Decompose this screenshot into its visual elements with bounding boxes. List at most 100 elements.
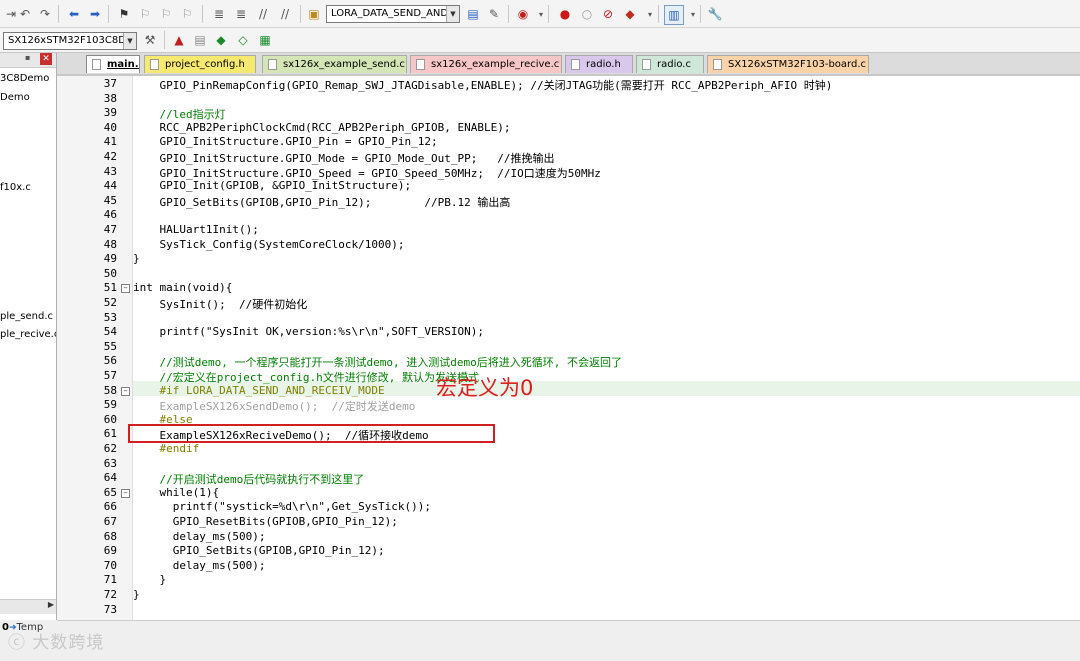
tab-radio-c[interactable]: radio.c xyxy=(636,55,704,73)
file-icon xyxy=(642,59,651,70)
bookmark-clear-icon[interactable]: ⚐ xyxy=(178,5,196,23)
pack-installer-icon[interactable]: ◆ xyxy=(212,31,230,49)
manage-components-icon[interactable]: ▲ xyxy=(170,31,188,49)
line-number: 67 xyxy=(103,515,117,528)
scroll-right-icon[interactable]: ▶ xyxy=(48,600,54,609)
project-hscrollbar[interactable]: ▶ xyxy=(0,599,56,614)
nav-forward-icon[interactable]: ➡ xyxy=(86,5,104,23)
tab-sx126x-example-send-c[interactable]: sx126x_example_send.c xyxy=(262,55,407,73)
breakpoint-kill-icon[interactable]: ⊘ xyxy=(599,5,617,23)
code-line[interactable]: delay_ms(500); xyxy=(133,559,266,572)
toolbar-separator xyxy=(300,5,301,23)
project-tree-item[interactable]: ple_recive.c xyxy=(0,329,56,340)
window-layout-icon[interactable]: ▥ xyxy=(664,5,684,25)
code-line[interactable]: ExampleSX126xSendDemo(); //定时发送demo xyxy=(133,398,415,414)
code-line[interactable]: HALUart1Init(); xyxy=(133,223,258,236)
tab-project-config-h[interactable]: project_config.h xyxy=(144,55,256,73)
watermark: ⓒ 大数跨境 xyxy=(8,633,105,653)
line-number: 58 xyxy=(103,383,117,397)
toolbar-separator xyxy=(58,5,59,23)
chevron-down-icon[interactable]: ▼ xyxy=(446,6,459,22)
code-line[interactable]: while(1){ xyxy=(133,486,219,499)
tab-main-c[interactable]: main.c xyxy=(86,55,140,73)
line-number: 72 xyxy=(103,588,117,601)
indent-less-icon[interactable]: ≣ xyxy=(232,5,250,23)
code-line[interactable]: SysTick_Config(SystemCoreClock/1000); xyxy=(133,238,404,251)
code-line[interactable]: } xyxy=(133,573,166,586)
tools-icon[interactable]: ✎ xyxy=(485,5,503,23)
line-number: 54 xyxy=(103,325,117,339)
toolbar-separator xyxy=(202,5,203,23)
file-extensions-icon[interactable]: ▤ xyxy=(191,31,209,49)
fold-toggle-icon[interactable]: − xyxy=(121,284,130,294)
nav-back-icon[interactable]: ⬅ xyxy=(65,5,83,23)
define-combo[interactable]: LORA_DATA_SEND_AND_I ▼ xyxy=(326,5,460,23)
breakpoint-icon[interactable]: ● xyxy=(556,5,574,23)
line-number: 65 xyxy=(103,485,117,499)
rte-icon[interactable]: ▦ xyxy=(256,31,274,49)
project-tree-item[interactable]: ple_send.c xyxy=(0,311,53,322)
code-line[interactable]: GPIO_ResetBits(GPIOB,GPIO_Pin_12); xyxy=(133,515,398,528)
debug-icon[interactable]: ◉ xyxy=(514,5,532,23)
bookmark-icon[interactable]: ⚑ xyxy=(115,5,133,23)
fold-toggle-icon[interactable]: − xyxy=(121,488,130,498)
breakpoint-config-icon[interactable]: ◆ xyxy=(621,5,639,23)
chevron-down-icon[interactable]: ▾ xyxy=(641,5,659,23)
tab-sx126x-board-c[interactable]: SX126xSTM32F103-board.c xyxy=(707,55,869,73)
project-panel-header: ▪ ✕ xyxy=(0,53,56,68)
bookmark-prev-icon[interactable]: ⚐ xyxy=(136,5,154,23)
project-tree-item[interactable]: Demo xyxy=(0,92,30,103)
line-number: 62 xyxy=(103,442,117,455)
fold-toggle-icon[interactable]: − xyxy=(121,386,130,396)
code-line[interactable]: //宏定义在project_config.h文件进行修改, 默认为发送模式 xyxy=(133,369,478,385)
code-line[interactable]: #if LORA_DATA_SEND_AND_RECEIV_MODE xyxy=(133,384,384,397)
code-line[interactable]: GPIO_InitStructure.GPIO_Speed = GPIO_Spe… xyxy=(133,165,600,181)
bookmark-next-icon[interactable]: ⚐ xyxy=(157,5,175,23)
code-line[interactable]: int main(void){ xyxy=(133,281,232,294)
line-number: 69 xyxy=(103,544,117,558)
comment-icon[interactable]: // xyxy=(254,5,272,23)
project-tree-item[interactable]: f10x.c xyxy=(0,182,31,193)
breakpoint-disable-icon[interactable]: ○ xyxy=(578,5,596,23)
wrench-icon[interactable]: 🔧 xyxy=(706,5,724,23)
code-line[interactable]: GPIO_InitStructure.GPIO_Mode = GPIO_Mode… xyxy=(133,150,554,166)
code-line[interactable]: } xyxy=(133,252,140,265)
code-line[interactable]: } xyxy=(133,588,140,601)
code-line[interactable]: delay_ms(500); xyxy=(133,530,266,543)
find-in-files-icon[interactable]: ▣ xyxy=(305,5,323,23)
line-number: 68 xyxy=(103,529,117,543)
redo-icon[interactable]: ↷ xyxy=(36,5,54,23)
code-editor[interactable]: 37 38 39 40 41 42 43 44 45 46 47 48 49 50 51−52 53 54 55 5… xyxy=(57,76,1080,620)
code-line[interactable]: //开启测试demo后代码就执行不到这里了 xyxy=(133,471,364,487)
project-tree-item[interactable]: 3C8Demo xyxy=(0,73,49,84)
tab-radio-h[interactable]: radio.h xyxy=(565,55,633,73)
line-number: 56 xyxy=(103,354,117,368)
code-line[interactable]: GPIO_SetBits(GPIOB,GPIO_Pin_12); //PB.12… xyxy=(133,194,510,210)
code-line[interactable]: GPIO_InitStructure.GPIO_Pin = GPIO_Pin_1… xyxy=(133,135,437,148)
code-line[interactable]: printf("systick=%d\r\n",Get_SysTick()); xyxy=(133,500,431,513)
code-line[interactable]: GPIO_SetBits(GPIOB,GPIO_Pin_12); xyxy=(133,544,385,557)
code-line[interactable]: //测试demo, 一个程序只能打开一条测试demo, 进入测试demo后将进入… xyxy=(133,354,621,370)
line-number: 61 xyxy=(103,427,117,441)
chevron-down-icon[interactable]: ▼ xyxy=(123,33,136,49)
find-icon[interactable]: ▤ xyxy=(464,5,482,23)
select-packs-icon[interactable]: ◇ xyxy=(234,31,252,49)
indent-more-icon[interactable]: ≣ xyxy=(210,5,228,23)
target-options-icon[interactable]: ⚒ xyxy=(141,31,159,49)
uncomment-icon[interactable]: // xyxy=(276,5,294,23)
code-line[interactable]: printf("SysInit OK,version:%s\r\n",SOFT_… xyxy=(133,325,484,338)
code-line[interactable]: SysInit(); //硬件初始化 xyxy=(133,296,307,312)
code-line[interactable]: RCC_APB2PeriphClockCmd(RCC_APB2Periph_GP… xyxy=(133,121,510,134)
project-target-combo[interactable]: SX126xSTM32F103C8Dem ▼ xyxy=(3,32,137,50)
line-number: 66 xyxy=(103,500,117,514)
close-icon[interactable]: ✕ xyxy=(40,53,52,65)
pin-icon[interactable]: ▪ xyxy=(25,53,30,62)
undo-icon[interactable]: ↶ xyxy=(16,5,34,23)
code-line[interactable]: GPIO_Init(GPIOB, &GPIO_InitStructure); xyxy=(133,179,411,192)
line-number: 47 xyxy=(103,223,117,236)
line-number: 41 xyxy=(103,135,117,149)
tab-sx126x-example-recive-c[interactable]: sx126x_example_recive.c xyxy=(410,55,562,73)
code-line[interactable]: //led指示灯 xyxy=(133,106,225,122)
code-line[interactable]: #endif xyxy=(133,442,199,455)
code-line[interactable]: GPIO_PinRemapConfig(GPIO_Remap_SWJ_JTAGD… xyxy=(133,77,832,93)
